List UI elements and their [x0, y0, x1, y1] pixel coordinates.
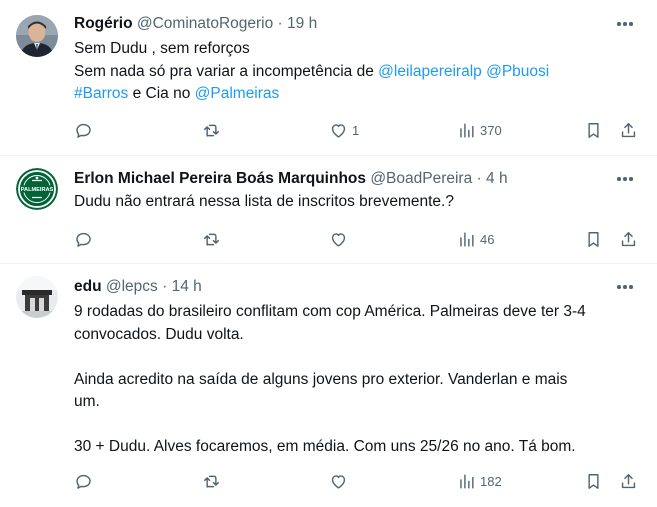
tweet-text-line: um. — [74, 391, 644, 414]
avatar-photo — [16, 15, 58, 57]
views-count: 46 — [480, 231, 495, 247]
bookmark-icon — [588, 122, 599, 138]
logo-text: PALMEIRAS — [21, 187, 54, 193]
tweet-header: Erlon Michael Pereira Boás Marquinhos @B… — [74, 168, 508, 190]
text-segment: Ainda acredito na saída de alguns jovens… — [74, 370, 568, 388]
views-icon — [460, 122, 474, 138]
more-icon[interactable] — [615, 13, 635, 35]
hashtag-link[interactable]: #Barros — [74, 85, 128, 102]
bookmark-button[interactable] — [584, 469, 603, 493]
reply-icon — [76, 232, 91, 247]
tweet[interactable]: PALMEIRAS Erlon Michael Pereira Boás Mar… — [0, 157, 657, 264]
views-count: 182 — [480, 473, 502, 489]
action-bar: 1 370 — [0, 118, 657, 142]
tweet-text: Sem Dudu , sem reforços Sem nada só pra v… — [74, 38, 644, 106]
mention-link[interactable]: @Pbuosi — [486, 63, 549, 80]
separator: · — [162, 278, 168, 295]
retweet-button[interactable] — [202, 227, 225, 251]
timestamp[interactable]: 14 h — [172, 278, 202, 295]
text-segment: e Cia no — [128, 85, 195, 102]
palmeiras-logo: PALMEIRAS — [16, 168, 58, 210]
retweet-icon — [204, 233, 219, 246]
views-button[interactable]: 182 — [457, 469, 502, 493]
like-icon — [331, 474, 346, 489]
text-segment: Sem Dudu , sem reforços — [74, 40, 250, 57]
bookmark-icon — [588, 231, 599, 247]
like-icon — [331, 232, 346, 247]
tweet-text-line: convocados. Dudu volta. — [74, 324, 644, 347]
tweet[interactable]: edu @lepcs · 14 h 9 rodadas do brasileir… — [0, 265, 657, 507]
like-count: 1 — [352, 122, 360, 138]
tweet-text: Dudu não entrará nessa lista de inscrito… — [74, 191, 644, 214]
author-name[interactable]: edu — [74, 278, 102, 295]
like-button[interactable]: 1 — [329, 118, 359, 142]
like-button[interactable] — [329, 227, 352, 251]
reply-icon — [76, 123, 91, 138]
tweet-text-line: 9 rodadas do brasileiro conflitam com co… — [74, 301, 644, 324]
more-icon[interactable] — [615, 276, 635, 298]
reply-button[interactable] — [74, 227, 97, 251]
share-icon — [621, 231, 636, 246]
tweet-text: 9 rodadas do brasileiro conflitam com co… — [74, 301, 644, 459]
views-icon — [460, 231, 474, 247]
tweet-text-line: Sem nada só pra variar a incompetência d… — [74, 61, 644, 84]
tweet-text-line: Ainda acredito na saída de alguns jovens… — [74, 369, 644, 392]
mention-link[interactable]: @Palmeiras — [195, 85, 280, 102]
text-segment: 30 + Dudu. Alves focaremos, em média. Co… — [74, 438, 576, 455]
bookmark-icon — [588, 473, 599, 489]
views-button[interactable]: 370 — [457, 118, 502, 142]
retweet-button[interactable] — [202, 469, 225, 493]
reply-icon — [76, 474, 91, 489]
tweet-text-line: 30 + Dudu. Alves focaremos, em média. Co… — [74, 436, 644, 459]
text-segment: um. — [74, 393, 100, 410]
bookmark-button[interactable] — [584, 118, 603, 142]
text-segment: Sem nada só pra variar a incompetência d… — [74, 62, 379, 80]
tweet-text-line: Dudu não entrará nessa lista de inscrito… — [74, 191, 644, 214]
avatar[interactable] — [16, 15, 58, 57]
share-icon — [621, 122, 636, 137]
views-count: 370 — [480, 122, 502, 138]
author-handle[interactable]: @CominatoRogerio — [137, 15, 273, 32]
author-handle[interactable]: @BoadPereira — [370, 170, 472, 187]
views-icon — [460, 473, 474, 489]
avatar[interactable] — [16, 276, 58, 318]
avatar[interactable]: PALMEIRAS — [16, 168, 58, 210]
tweet-text-line: Sem Dudu , sem reforços — [74, 38, 644, 61]
bookmark-button[interactable] — [584, 227, 603, 251]
like-button[interactable] — [329, 469, 352, 493]
text-segment: Dudu não entrará nessa lista de inscrito… — [74, 193, 454, 210]
reply-button[interactable] — [74, 118, 97, 142]
tweet-header: edu @lepcs · 14 h — [74, 276, 202, 298]
action-bar: 46 — [0, 227, 657, 251]
share-button[interactable] — [619, 469, 638, 493]
timestamp[interactable]: 19 h — [287, 15, 317, 32]
text-segment: convocados. Dudu volta. — [74, 325, 244, 343]
text-segment: 9 rodadas do brasileiro conflitam com co… — [74, 303, 586, 320]
mention-link[interactable]: @leilapereiralp — [378, 63, 482, 80]
tweet[interactable]: Rogério @CominatoRogerio · 19 h Sem Dudu… — [0, 0, 657, 156]
separator: · — [277, 15, 283, 32]
author-name[interactable]: Rogério — [74, 15, 133, 32]
like-icon — [331, 123, 346, 138]
retweet-button[interactable] — [202, 118, 225, 142]
author-name[interactable]: Erlon Michael Pereira Boás Marquinhos — [74, 170, 366, 187]
share-button[interactable] — [619, 118, 638, 142]
action-bar: 182 — [0, 469, 657, 493]
reply-button[interactable] — [74, 469, 97, 493]
retweet-icon — [204, 124, 219, 137]
views-button[interactable]: 46 — [457, 227, 494, 251]
tweet-text-line: #Barros e Cia no @Palmeiras — [74, 83, 644, 106]
avatar-photo — [16, 276, 58, 318]
share-button[interactable] — [619, 227, 638, 251]
tweet-header: Rogério @CominatoRogerio · 19 h — [74, 13, 317, 35]
retweet-icon — [204, 475, 219, 488]
more-icon[interactable] — [615, 168, 635, 190]
separator: · — [476, 170, 482, 187]
share-icon — [621, 473, 636, 488]
timestamp[interactable]: 4 h — [486, 170, 508, 187]
author-handle[interactable]: @lepcs — [106, 278, 158, 295]
